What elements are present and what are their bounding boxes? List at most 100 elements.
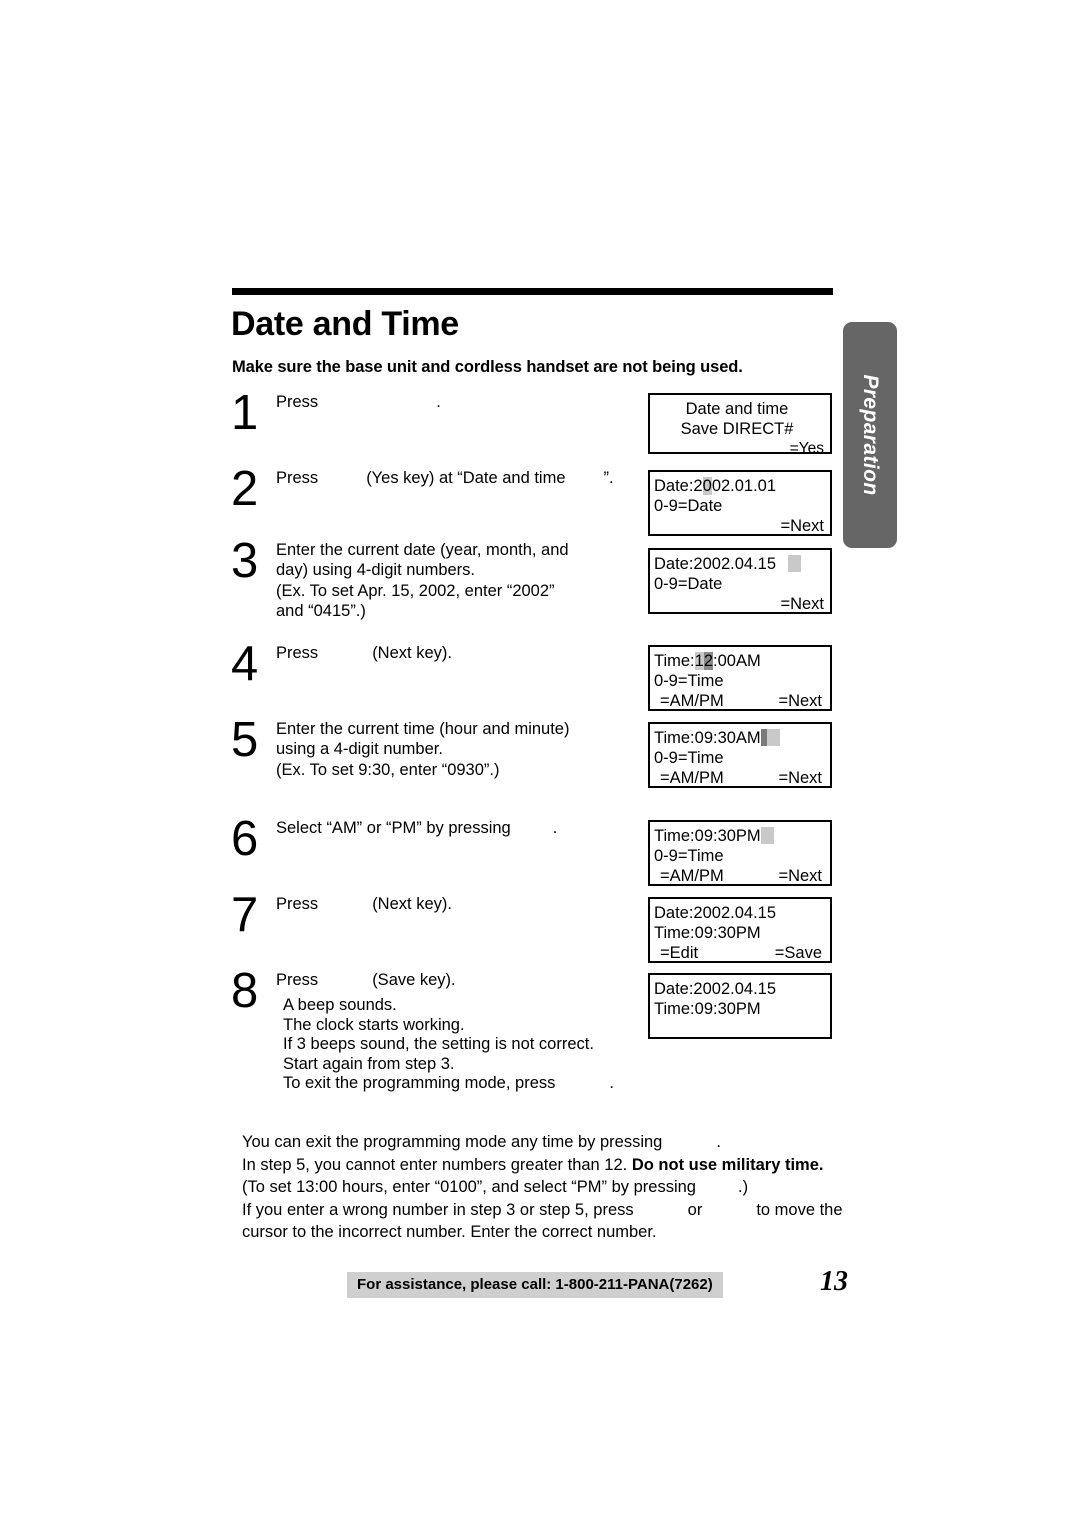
lcd-text: Time:09:30PM [654, 827, 761, 845]
lcd-softkey-label: =Next [780, 517, 824, 535]
step-detail-line: Start again from step 3. [283, 1054, 455, 1073]
step-number: 1 [231, 386, 259, 440]
lcd-cursor-dark: 2 [703, 652, 714, 670]
lcd-text: Date:2002.04.15 [654, 555, 777, 573]
note-text-before: You can exit the programming mode any ti… [242, 1133, 663, 1151]
lcd-softkey-label: =AM/PM [660, 867, 724, 885]
step-number: 5 [231, 713, 259, 767]
lcd-line: 0-9=Date [654, 497, 723, 515]
step-detail-line: If 3 beeps sound, the setting is not cor… [283, 1035, 594, 1054]
page-number: 13 [820, 1266, 848, 1297]
step-detail-line: To exit the programming mode, press. [283, 1074, 683, 1094]
lcd-line: Time:09:30PM [654, 1000, 761, 1018]
step-text-before: Press [276, 895, 319, 913]
lcd-screen-8: Date:2002.04.15 Time:09:30PM [648, 973, 832, 1039]
section-tab-preparation: Preparation [843, 322, 897, 548]
lcd-text-post: :00AM [713, 652, 761, 670]
step-text-after: (Next key). [372, 895, 452, 913]
header-rule [232, 288, 833, 295]
step-text-line3: (Ex. To set 9:30, enter “0930”.) [276, 760, 500, 779]
step-text-after: (Next key). [372, 644, 452, 662]
step-text-line4: and “0415”.) [276, 601, 366, 620]
lcd-line: Time:12:00AM [654, 652, 824, 672]
step-text: Enter the current time (hour and minute)… [276, 719, 651, 780]
step-detail-line: The clock starts working. [283, 1015, 465, 1034]
lcd-screen-3: Date:2002.04.15 0-9=Date =Next [648, 548, 832, 614]
lcd-line: Save DIRECT# [680, 420, 794, 438]
note-text-bold: Do not use military time. [631, 1155, 824, 1174]
assistance-footer: For assistance, please call: 1-800-211-P… [347, 1272, 723, 1298]
lcd-screen-7: Date:2002.04.15 Time:09:30PM =Edit =Save [648, 897, 832, 963]
note-line: If you enter a wrong number in step 3 or… [242, 1199, 862, 1222]
note-text-before: (To set 13:00 hours, enter “0100”, and s… [242, 1178, 696, 1197]
lcd-softkey-label: =Save [774, 944, 822, 962]
lcd-softkey-label: =Next [778, 867, 822, 885]
step-number: 8 [231, 964, 259, 1018]
step-text-before: Press [276, 644, 319, 662]
lcd-line: Time:09:30PM [654, 827, 824, 847]
step-detail-before: To exit the programming mode, press [283, 1074, 556, 1093]
lcd-line: 0-9=Date [654, 575, 723, 593]
step-text-line1: Enter the current date (year, month, and [276, 541, 569, 559]
lcd-softkey-label: =Edit [660, 944, 699, 962]
step-text: Press (Next key). [276, 643, 636, 663]
step-text-before: Select “AM” or “PM” by pressing [276, 819, 511, 837]
notes-block: You can exit the programming mode any ti… [242, 1131, 862, 1244]
step-number: 7 [231, 888, 259, 942]
lcd-screen-6: Time:09:30PM 0-9=Time =AM/PM =Next [648, 820, 832, 886]
lcd-line: Date:2002.04.15 [654, 555, 824, 575]
lcd-screen-2: Date:2002.01.01 0-9=Date =Next [648, 470, 832, 536]
lcd-line: =Edit =Save [654, 944, 824, 964]
note-text-before: If you enter a wrong number in step 3 or… [242, 1200, 634, 1219]
note-text-mid: or [687, 1200, 703, 1219]
lcd-cursor-block [766, 729, 780, 746]
lcd-line: 0-9=Time [654, 847, 724, 865]
step-text: Press (Next key). [276, 894, 636, 914]
step-detail-line: A beep sounds. [283, 996, 397, 1014]
lcd-line: =AM/PM =Next [654, 692, 824, 712]
note-line: (To set 13:00 hours, enter “0100”, and s… [242, 1176, 862, 1199]
page-title: Date and Time [231, 305, 459, 343]
step-number: 3 [231, 534, 259, 588]
step-text-line3: (Ex. To set Apr. 15, 2002, enter “2002” [276, 581, 555, 600]
lcd-text: Time:09:30AM [654, 729, 761, 747]
note-line: You can exit the programming mode any ti… [242, 1131, 862, 1154]
lcd-screen-5: Time:09:30AM 0-9=Time =AM/PM =Next [648, 722, 832, 788]
lcd-softkey-label: =Next [778, 769, 822, 787]
step-number: 4 [231, 637, 259, 691]
step-number: 6 [231, 812, 259, 866]
lcd-line-empty [654, 1020, 824, 1040]
step-detail-after: . [609, 1074, 614, 1093]
step-text-after: (Save key). [372, 971, 456, 989]
lcd-line: Date:2002.01.01 [654, 477, 824, 497]
step-text-after: . [552, 819, 558, 837]
step-text-line2: using a 4-digit number. [276, 740, 443, 759]
step-text-after: ”. [603, 469, 614, 487]
step-text-before: Press [276, 469, 319, 487]
lcd-softkey-label: =AM/PM [660, 692, 724, 710]
lcd-text-pre: Date:2 [654, 477, 703, 495]
step-text-mid: (Yes key) at “Date and time [366, 469, 566, 487]
step-text: Press (Yes key) at “Date and time ”. [276, 468, 676, 488]
step-number: 2 [231, 462, 259, 516]
step-text-before: Press [276, 393, 319, 411]
lcd-cursor-block [788, 555, 802, 572]
lcd-softkey-label: =Yes [789, 440, 824, 457]
lcd-line: 0-9=Time [654, 672, 724, 690]
step-text-after: . [436, 393, 441, 411]
step-text: Press (Save key). [276, 970, 696, 990]
note-text-after: . [716, 1133, 721, 1151]
page-subtitle: Make sure the base unit and cordless han… [232, 358, 743, 376]
note-line: In step 5, you cannot enter numbers grea… [242, 1154, 862, 1177]
section-tab-label: Preparation [859, 374, 882, 496]
note-text-plain: In step 5, you cannot enter numbers grea… [242, 1155, 628, 1174]
step-text-before: Press [276, 971, 319, 989]
lcd-line: Date and time [685, 400, 789, 418]
lcd-line: =AM/PM =Next [654, 867, 824, 887]
step-text: Enter the current date (year, month, and… [276, 540, 636, 621]
lcd-line: Date:2002.04.15 [654, 980, 777, 998]
lcd-line: Date:2002.04.15 [654, 904, 777, 922]
step-8-details: A beep sounds. The clock starts working.… [283, 996, 683, 1094]
lcd-line: Time:09:30PM [654, 924, 761, 942]
step-text: Press. [276, 392, 636, 412]
